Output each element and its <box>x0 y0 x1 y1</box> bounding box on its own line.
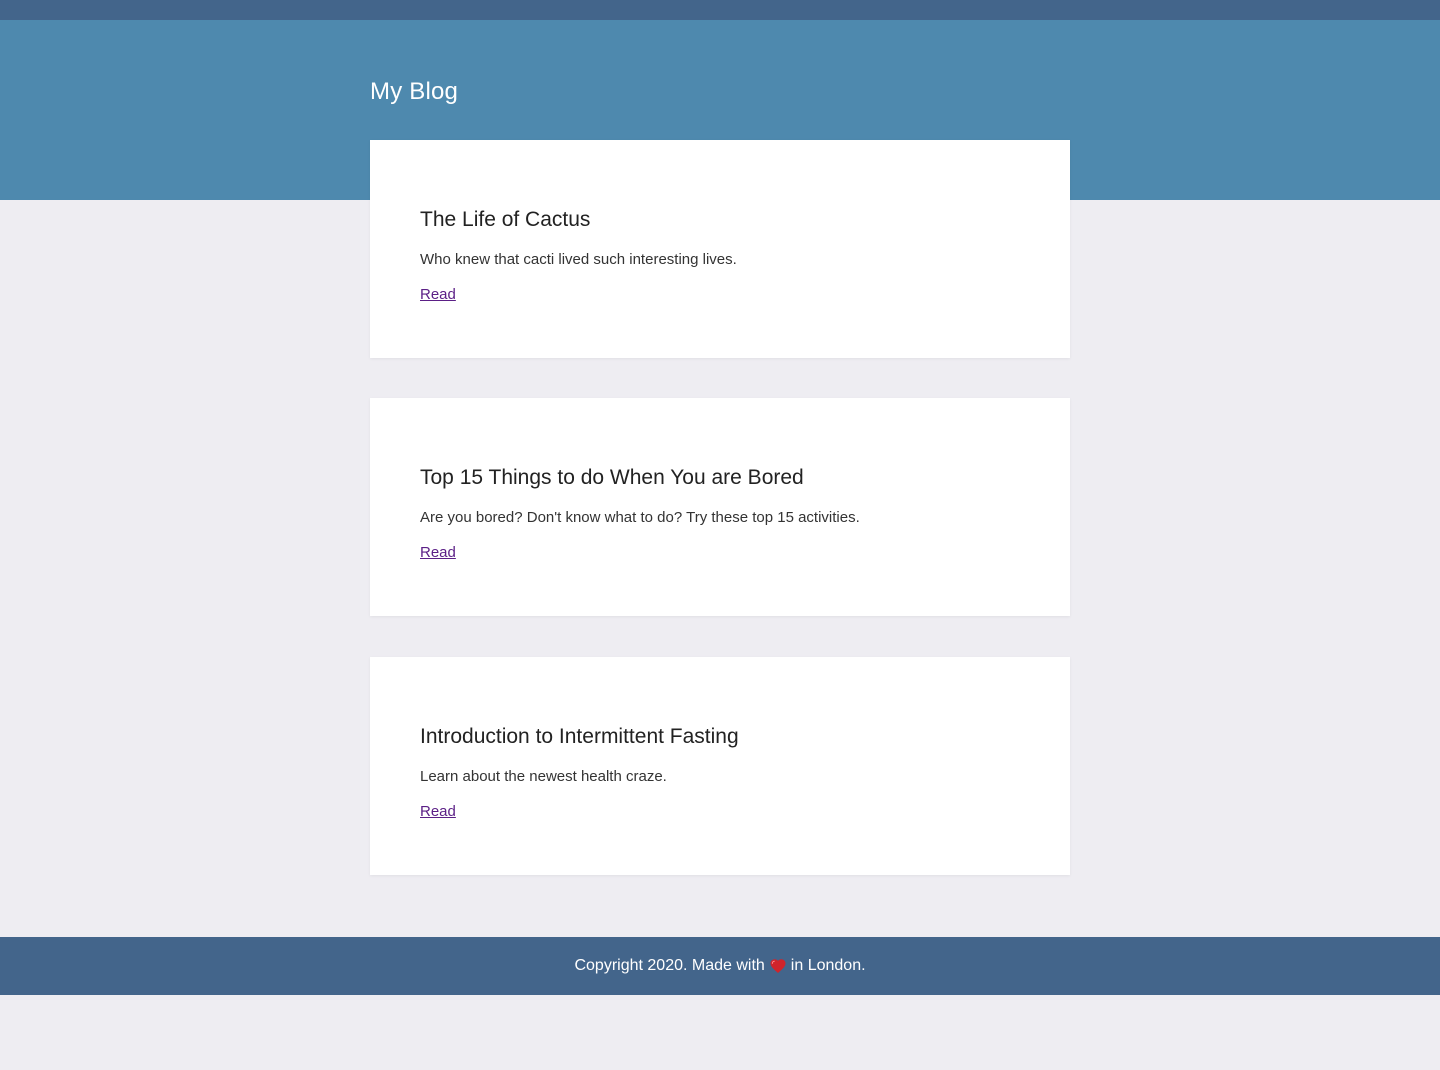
post-description: Learn about the newest health craze. <box>420 768 667 785</box>
footer-text-after: in London. <box>790 957 866 974</box>
footer-text-before: Copyright 2020. Made with <box>574 957 765 974</box>
top-bar <box>0 0 1440 20</box>
read-link[interactable]: Read <box>420 803 456 821</box>
post-title: Top 15 Things to do When You are Bored <box>420 466 804 489</box>
post-title: The Life of Cactus <box>420 208 591 231</box>
post-card: The Life of Cactus Who knew that cacti l… <box>370 140 1070 358</box>
footer: Copyright 2020. Made with in London. <box>0 937 1440 995</box>
read-link[interactable]: Read <box>420 544 456 562</box>
post-card: Top 15 Things to do When You are Bored A… <box>370 398 1070 616</box>
post-description: Who knew that cacti lived such interesti… <box>420 251 737 268</box>
post-description: Are you bored? Don't know what to do? Tr… <box>420 509 860 526</box>
post-title: Introduction to Intermittent Fasting <box>420 725 739 748</box>
post-card: Introduction to Intermittent Fasting Lea… <box>370 657 1070 875</box>
site-title: My Blog <box>370 78 459 105</box>
read-link[interactable]: Read <box>420 286 456 304</box>
heart-icon <box>769 957 787 975</box>
